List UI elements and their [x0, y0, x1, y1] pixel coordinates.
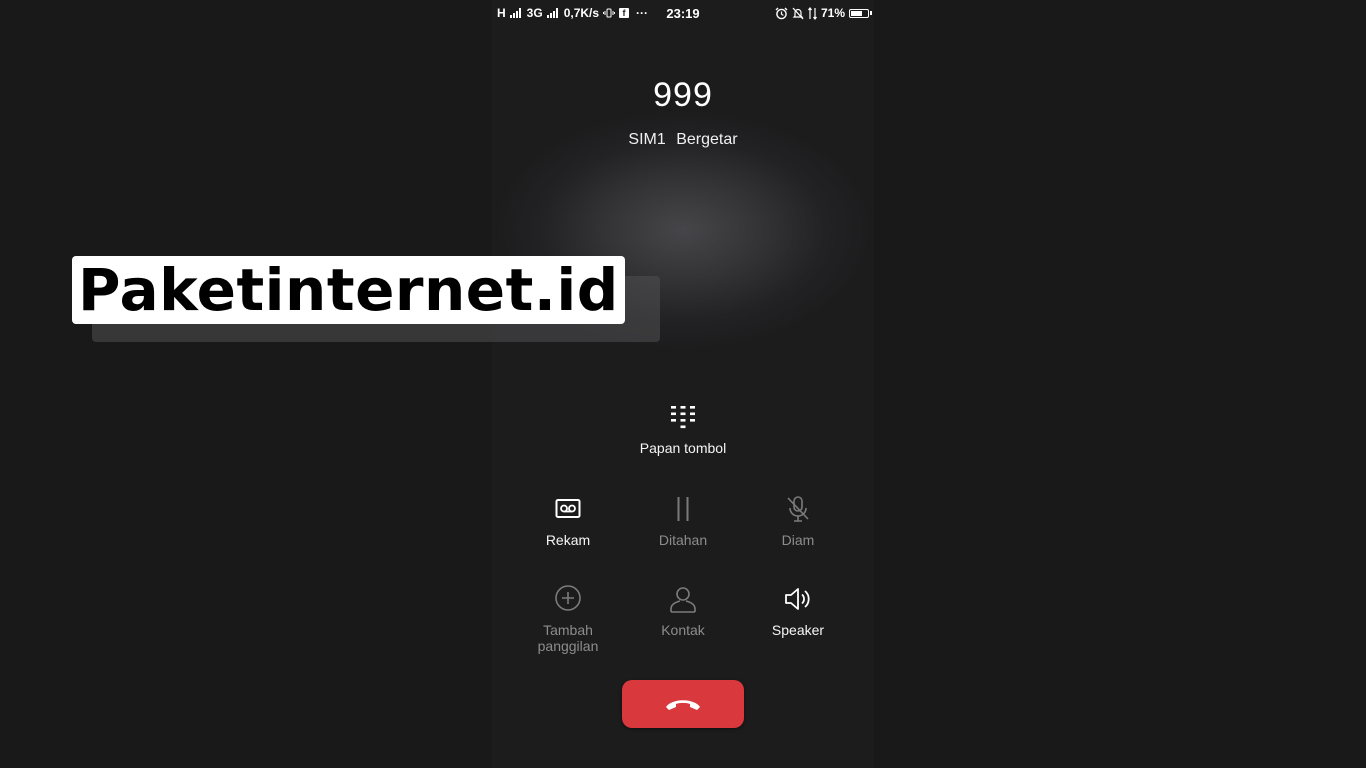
- screen: H 3G 0,7K/s f ··· 23:19 71% 999 SIM1 Ber…: [0, 0, 1366, 768]
- add-call-label: Tambah panggilan: [513, 622, 623, 654]
- status-bar-right: 71%: [775, 6, 872, 20]
- caller-number: 999: [653, 76, 713, 114]
- end-call-button[interactable]: [622, 680, 744, 728]
- hold-button[interactable]: Ditahan: [628, 494, 738, 548]
- status-bar: H 3G 0,7K/s f ··· 23:19 71%: [492, 0, 874, 26]
- dialpad-icon: [671, 406, 695, 429]
- contacts-button[interactable]: Kontak: [628, 584, 738, 638]
- add-call-button[interactable]: Tambah panggilan: [513, 584, 623, 654]
- data-saver-icon: [807, 6, 817, 20]
- add-call-label-line2: panggilan: [537, 638, 599, 654]
- call-info: SIM1 Bergetar: [492, 131, 874, 149]
- record-icon: [555, 499, 581, 518]
- record-button[interactable]: Rekam: [513, 494, 623, 548]
- notifications-off-icon: [792, 7, 804, 19]
- hold-label: Ditahan: [658, 532, 708, 548]
- sim-label: SIM1: [628, 131, 666, 148]
- mute-button[interactable]: Diam: [743, 494, 853, 548]
- watermark-text: Paketinternet.id: [78, 256, 619, 324]
- pause-icon: [677, 497, 689, 521]
- keypad-button[interactable]: Papan tombol: [623, 404, 743, 456]
- speaker-label: Speaker: [771, 622, 825, 638]
- mute-label: Diam: [781, 532, 815, 548]
- speaker-icon: [785, 588, 810, 610]
- battery-icon: [849, 8, 872, 18]
- keypad-label: Papan tombol: [639, 440, 727, 456]
- hang-up-icon: [666, 700, 700, 710]
- watermark-logo: Paketinternet.id: [72, 256, 625, 324]
- contact-icon: [670, 587, 696, 613]
- alarm-icon: [775, 7, 788, 19]
- speaker-button[interactable]: Speaker: [743, 584, 853, 638]
- battery-percent: 71%: [820, 6, 845, 20]
- add-call-label-line1: Tambah: [543, 622, 593, 638]
- mic-off-icon: [787, 496, 809, 522]
- phone-call-screen: H 3G 0,7K/s f ··· 23:19 71% 999 SIM1 Ber…: [492, 0, 874, 768]
- ring-mode: Bergetar: [676, 131, 738, 148]
- record-label: Rekam: [545, 532, 591, 548]
- add-call-icon: [555, 585, 581, 611]
- contacts-label: Kontak: [661, 622, 705, 638]
